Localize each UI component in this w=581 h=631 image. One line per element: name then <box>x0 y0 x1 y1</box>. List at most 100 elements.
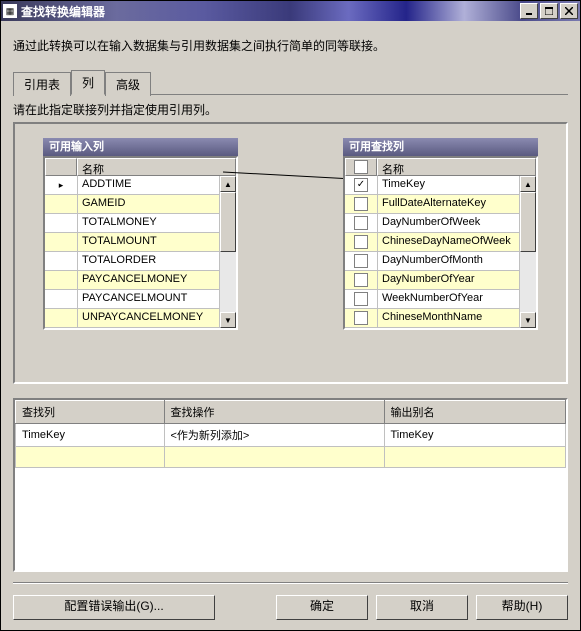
lookup-row[interactable]: FullDateAlternateKey <box>345 195 520 214</box>
footer-divider <box>13 582 568 584</box>
lookup-column-name: TimeKey <box>378 176 520 195</box>
checkbox-icon[interactable] <box>354 311 368 325</box>
checkbox-icon[interactable] <box>354 273 368 287</box>
checkbox-cell[interactable]: ✓ <box>345 176 378 195</box>
description-text: 通过此转换可以在输入数据集与引用数据集之间执行简单的同等联接。 <box>13 37 568 54</box>
close-button[interactable] <box>560 3 578 19</box>
mapping-table: 查找列 查找操作 输出别名 TimeKey<作为新列添加>TimeKey <box>13 398 568 572</box>
input-row[interactable]: UNPAYCANCELMONEY <box>45 309 220 328</box>
input-row[interactable]: PAYCANCELMOUNT <box>45 290 220 309</box>
input-list-header-name[interactable]: 名称 <box>77 158 236 176</box>
lookup-row[interactable]: DayNumberOfYear <box>345 271 520 290</box>
lookup-row[interactable]: DayNumberOfMonth <box>345 252 520 271</box>
mapping-cell-empty[interactable] <box>16 447 165 468</box>
configure-error-output-button[interactable]: 配置错误输出(G)... <box>13 595 215 620</box>
maximize-button[interactable] <box>540 3 558 19</box>
checkbox-icon[interactable] <box>354 160 368 174</box>
app-icon: ▦ <box>3 4 17 18</box>
checkbox-cell[interactable] <box>345 252 378 271</box>
mapping-header-lookup-col[interactable]: 查找列 <box>16 401 165 424</box>
scroll-up-icon[interactable]: ▲ <box>220 176 236 192</box>
lookup-column-name: FullDateAlternateKey <box>378 195 520 214</box>
row-handle[interactable] <box>45 195 78 214</box>
input-column-name: TOTALORDER <box>78 252 220 271</box>
mapping-cell-col[interactable]: TimeKey <box>16 424 165 447</box>
checkbox-icon[interactable]: ✓ <box>354 178 368 192</box>
lookup-column-name: DayNumberOfMonth <box>378 252 520 271</box>
mapping-row[interactable]: TimeKey<作为新列添加>TimeKey <box>16 424 566 447</box>
input-list-title: 可用输入列 <box>43 138 238 156</box>
lookup-column-name: WeekNumberOfYear <box>378 290 520 309</box>
input-column-name: TOTALMONEY <box>78 214 220 233</box>
checkbox-cell[interactable] <box>345 271 378 290</box>
input-row[interactable]: TOTALORDER <box>45 252 220 271</box>
tab-advanced[interactable]: 高级 <box>105 72 151 96</box>
titlebar[interactable]: ▦ 查找转换编辑器 <box>1 1 580 21</box>
row-handle[interactable] <box>45 214 78 233</box>
lookup-transform-editor-window: ▦ 查找转换编辑器 通过此转换可以在输入数据集与引用数据集之间执行简单的同等联接… <box>0 0 581 631</box>
checkbox-icon[interactable] <box>354 292 368 306</box>
input-row[interactable]: ▸ADDTIME <box>45 176 220 195</box>
input-row[interactable]: PAYCANCELMONEY <box>45 271 220 290</box>
tab-subdescription: 请在此指定联接列并指定使用引用列。 <box>13 101 568 118</box>
input-row[interactable]: TOTALMOUNT <box>45 233 220 252</box>
checkbox-cell[interactable] <box>345 290 378 309</box>
input-row[interactable]: GAMEID <box>45 195 220 214</box>
scroll-up-icon[interactable]: ▲ <box>520 176 536 192</box>
checkbox-cell[interactable] <box>345 233 378 252</box>
checkbox-cell[interactable] <box>345 195 378 214</box>
scroll-down-icon[interactable]: ▼ <box>520 312 536 328</box>
input-column-name: PAYCANCELMONEY <box>78 271 220 290</box>
mapping-header-output-alias[interactable]: 输出别名 <box>384 401 566 424</box>
input-column-name: TOTALMOUNT <box>78 233 220 252</box>
input-column-name: ADDTIME <box>78 176 220 195</box>
checkbox-icon[interactable] <box>354 254 368 268</box>
row-handle[interactable] <box>45 271 78 290</box>
lookup-list-header-name[interactable]: 名称 <box>377 158 536 176</box>
checkbox-icon[interactable] <box>354 197 368 211</box>
input-list-header-blank[interactable] <box>45 158 77 176</box>
mapping-header-lookup-op[interactable]: 查找操作 <box>164 401 384 424</box>
checkbox-icon[interactable] <box>354 235 368 249</box>
mapping-row-empty[interactable] <box>16 447 566 468</box>
available-input-columns: 可用输入列 名称 ▸ADDTIMEGAMEIDTOTALMONEYTOTALMO… <box>43 138 238 330</box>
scroll-thumb[interactable] <box>220 192 236 252</box>
help-button[interactable]: 帮助(H) <box>476 595 568 620</box>
lookup-column-name: ChineseMonthName <box>378 309 520 328</box>
input-column-name: PAYCANCELMOUNT <box>78 290 220 309</box>
tab-strip: 引用表 列 高级 <box>13 74 568 95</box>
footer-buttons: 配置错误输出(G)... 确定 取消 帮助(H) <box>13 595 568 620</box>
mapping-cell-op[interactable]: <作为新列添加> <box>164 424 384 447</box>
mapping-cell-empty[interactable] <box>164 447 384 468</box>
row-handle[interactable] <box>45 290 78 309</box>
ok-button[interactable]: 确定 <box>276 595 368 620</box>
checkbox-cell[interactable] <box>345 214 378 233</box>
minimize-button[interactable] <box>520 3 538 19</box>
mapping-cell-empty[interactable] <box>384 447 566 468</box>
checkbox-icon[interactable] <box>354 216 368 230</box>
lookup-list-check-all[interactable] <box>345 158 377 176</box>
checkbox-cell[interactable] <box>345 309 378 328</box>
input-row[interactable]: TOTALMONEY <box>45 214 220 233</box>
scroll-down-icon[interactable]: ▼ <box>220 312 236 328</box>
row-handle[interactable] <box>45 309 78 328</box>
input-column-name: UNPAYCANCELMONEY <box>78 309 220 328</box>
scroll-thumb[interactable] <box>520 192 536 252</box>
lookup-column-name: DayNumberOfWeek <box>378 214 520 233</box>
row-handle[interactable] <box>45 233 78 252</box>
lookup-list-title: 可用查找列 <box>343 138 538 156</box>
input-list-scrollbar[interactable]: ▲ ▼ <box>220 176 236 328</box>
row-handle[interactable]: ▸ <box>45 176 78 195</box>
lookup-row[interactable]: ChineseDayNameOfWeek <box>345 233 520 252</box>
lookup-list-scrollbar[interactable]: ▲ ▼ <box>520 176 536 328</box>
input-column-name: GAMEID <box>78 195 220 214</box>
mapping-cell-alias[interactable]: TimeKey <box>384 424 566 447</box>
lookup-row[interactable]: ✓ TimeKey <box>345 176 520 195</box>
lookup-row[interactable]: WeekNumberOfYear <box>345 290 520 309</box>
lookup-row[interactable]: ChineseMonthName <box>345 309 520 328</box>
row-handle[interactable] <box>45 252 78 271</box>
cancel-button[interactable]: 取消 <box>376 595 468 620</box>
tab-reference-table[interactable]: 引用表 <box>13 72 71 96</box>
tab-columns[interactable]: 列 <box>71 70 105 95</box>
lookup-row[interactable]: DayNumberOfWeek <box>345 214 520 233</box>
